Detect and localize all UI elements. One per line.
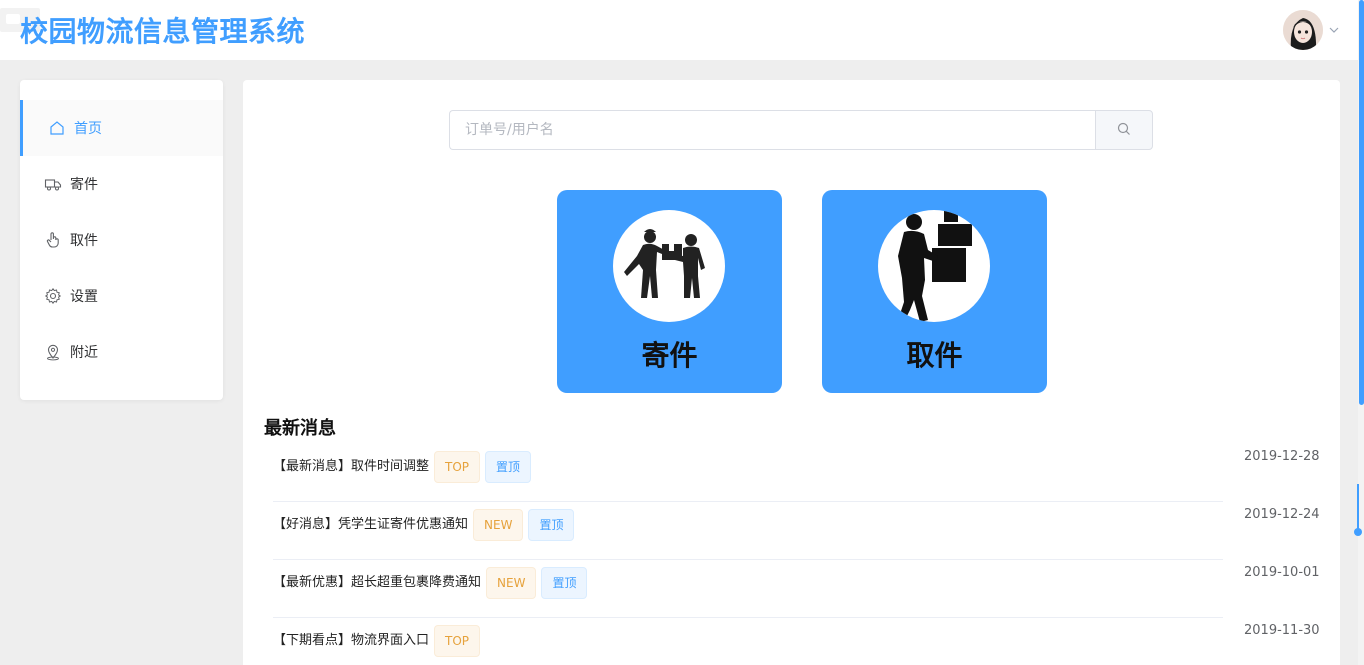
tag-new: NEW — [473, 509, 524, 541]
send-package-card[interactable]: 寄件 — [557, 190, 782, 393]
tag-top: TOP — [434, 625, 481, 657]
news-date: 2019-11-30 — [1244, 623, 1320, 638]
news-date: 2019-10-01 — [1244, 565, 1320, 580]
avatar-image — [1283, 10, 1323, 50]
news-section-title: 最新消息 — [264, 418, 336, 439]
scrollbar-thumb[interactable] — [1359, 0, 1364, 405]
search-bar — [449, 110, 1153, 150]
tag-top: TOP — [434, 451, 481, 483]
scroll-handle-icon[interactable] — [1353, 482, 1363, 538]
pickup-card-label: 取件 — [906, 339, 963, 372]
tag-new: NEW — [486, 567, 537, 599]
sidebar-item-label: 取件 — [70, 233, 98, 249]
hand-pointer-icon — [44, 231, 62, 249]
sidebar-menu: 首页 寄件 取件 设置 附近 — [20, 80, 223, 400]
news-headline[interactable]: 【下期看点】物流界面入口 — [273, 632, 429, 650]
sidebar-item-pickup[interactable]: 取件 — [20, 212, 223, 268]
news-row[interactable]: 【最新优惠】超长超重包裹降费通知 NEW 置顶 — [273, 560, 1223, 618]
search-icon — [1117, 121, 1131, 140]
search-input[interactable] — [449, 110, 1095, 150]
sidebar-item-send[interactable]: 寄件 — [20, 156, 223, 212]
news-headline[interactable]: 【最新消息】取件时间调整 — [273, 458, 429, 476]
news-headline[interactable]: 【好消息】凭学生证寄件优惠通知 — [273, 516, 468, 534]
sidebar-item-label: 附近 — [70, 345, 98, 361]
news-row[interactable]: 【最新消息】取件时间调整 TOP 置顶 — [273, 444, 1223, 502]
send-card-label: 寄件 — [641, 339, 698, 372]
news-date: 2019-12-24 — [1244, 507, 1320, 522]
sidebar-item-home[interactable]: 首页 — [20, 100, 223, 156]
tag-pinned: 置顶 — [485, 451, 532, 483]
user-avatar[interactable] — [1283, 10, 1323, 50]
search-button[interactable] — [1095, 110, 1153, 150]
sidebar-item-label: 寄件 — [70, 177, 98, 193]
truck-icon — [44, 175, 62, 193]
app-title: 校园物流信息管理系统 — [20, 15, 306, 48]
gear-icon — [44, 287, 62, 305]
pickup-package-card[interactable]: 取件 — [822, 190, 1047, 393]
chevron-down-icon[interactable] — [1327, 22, 1341, 36]
main-panel: 寄件 取件 最新消息 【最新消息】取件时间调整 TOP 置顶 2019-12-2… — [243, 80, 1340, 665]
news-row[interactable]: 【好消息】凭学生证寄件优惠通知 NEW 置顶 — [273, 502, 1223, 560]
tag-pinned: 置顶 — [541, 567, 588, 599]
location-icon — [44, 343, 62, 361]
sidebar-item-nearby[interactable]: 附近 — [20, 324, 223, 380]
sidebar-item-label: 首页 — [74, 121, 102, 137]
news-row[interactable]: 【下期看点】物流界面入口 TOP — [273, 618, 1223, 665]
news-headline[interactable]: 【最新优惠】超长超重包裹降费通知 — [273, 574, 481, 592]
carrying-boxes-icon — [878, 210, 990, 322]
delivery-handover-icon — [613, 210, 725, 322]
news-date: 2019-12-28 — [1244, 449, 1320, 464]
home-icon — [48, 119, 66, 137]
sidebar-item-label: 设置 — [70, 289, 98, 305]
top-header: 校园物流信息管理系统 — [0, 0, 1364, 60]
sidebar-item-settings[interactable]: 设置 — [20, 268, 223, 324]
tag-pinned: 置顶 — [528, 509, 575, 541]
